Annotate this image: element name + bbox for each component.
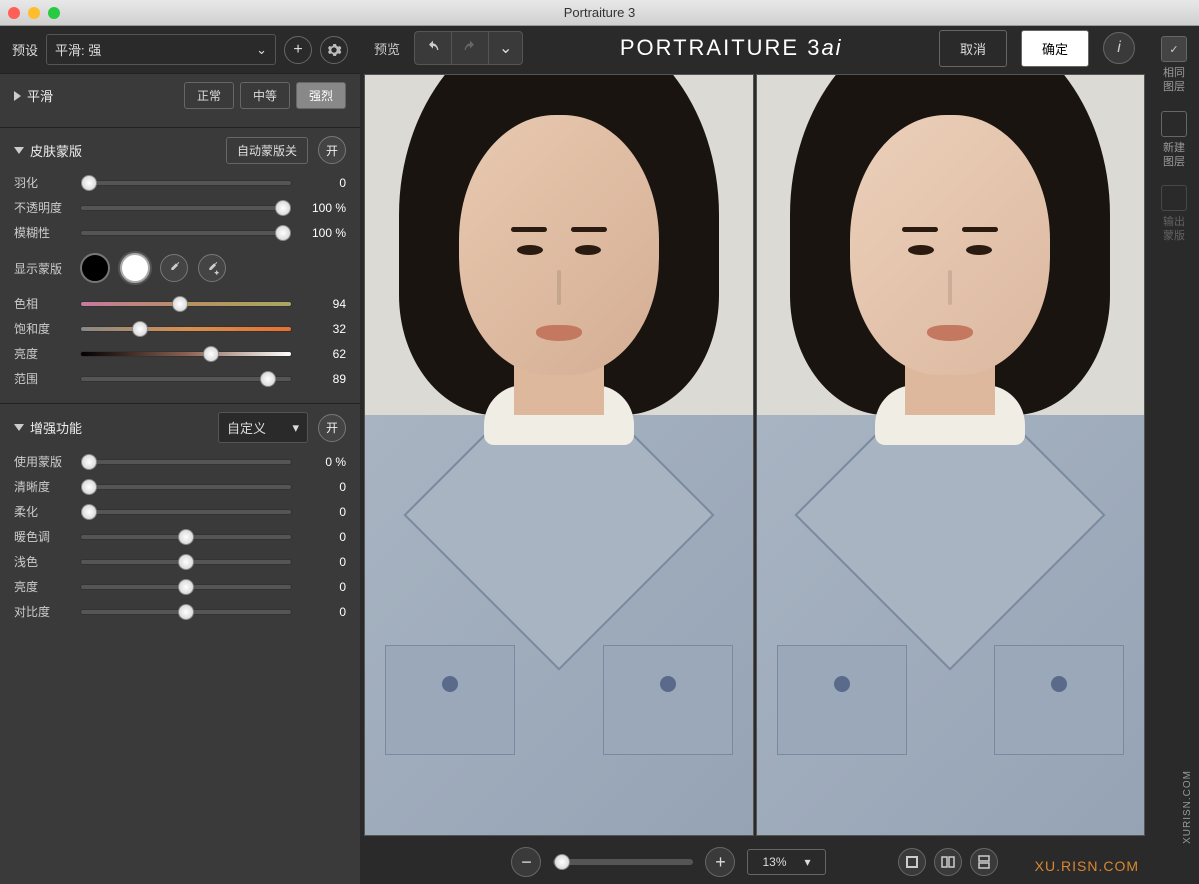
triangle-down-icon <box>14 424 24 431</box>
tint-slider[interactable]: 浅色0 <box>14 553 346 570</box>
mask-title[interactable]: 皮肤蒙版 <box>14 141 216 160</box>
main-area: 预览 ⌄ PORTRAITURE 3ai 取消 确定 i <box>360 26 1149 884</box>
zoom-slider[interactable] <box>553 859 693 865</box>
preset-label: 预设 <box>12 40 38 59</box>
brand-logo: PORTRAITURE 3ai <box>537 35 925 61</box>
window-title: Portraiture 3 <box>564 5 636 20</box>
undo-icon <box>425 40 441 56</box>
smooth-medium-button[interactable]: 中等 <box>240 82 290 109</box>
main-toolbar: 预览 ⌄ PORTRAITURE 3ai 取消 确定 i <box>360 26 1149 70</box>
bottom-bar: − + 13%▾ <box>360 840 1149 884</box>
titlebar: Portraiture 3 <box>0 0 1199 26</box>
preset-dropdown[interactable]: 平滑: 强 ⌄ <box>46 34 276 65</box>
softness-slider[interactable]: 柔化0 <box>14 503 346 520</box>
gear-icon <box>326 42 342 58</box>
checkbox-checked-icon: ✓ <box>1161 36 1187 62</box>
eyedropper-icon <box>166 260 182 276</box>
split-h-icon <box>976 854 992 870</box>
saturation-slider[interactable]: 饱和度 32 <box>14 320 346 337</box>
enhance-preset-dropdown[interactable]: 自定义▾ <box>218 412 308 443</box>
preset-row: 预设 平滑: 强 ⌄ + <box>0 26 360 73</box>
mask-section: 皮肤蒙版 自动蒙版关 开 羽化 0 不透明度 100 % 模糊性 100 % 显… <box>0 127 360 403</box>
cancel-button[interactable]: 取消 <box>939 30 1007 67</box>
square-icon <box>904 854 920 870</box>
opacity-slider[interactable]: 不透明度 100 % <box>14 199 346 216</box>
smooth-section: 平滑 正常 中等 强烈 <box>0 73 360 127</box>
watermark: XURISN.COM <box>1182 770 1193 844</box>
preview-before[interactable] <box>364 74 754 836</box>
view-split-horizontal-button[interactable] <box>970 848 998 876</box>
view-single-button[interactable] <box>898 848 926 876</box>
triangle-down-icon <box>14 147 24 154</box>
enhance-on-button[interactable]: 开 <box>318 414 346 442</box>
mask-on-button[interactable]: 开 <box>318 136 346 164</box>
history-group: ⌄ <box>414 31 523 65</box>
maximize-window-icon[interactable] <box>48 7 60 19</box>
triangle-right-icon <box>14 91 21 101</box>
minimize-window-icon[interactable] <box>28 7 40 19</box>
traffic-lights <box>8 7 60 19</box>
warmth-slider[interactable]: 暖色调0 <box>14 528 346 545</box>
redo-button[interactable] <box>452 32 489 64</box>
close-window-icon[interactable] <box>8 7 20 19</box>
right-rail: ✓ 相同 图层 新建 图层 输出 蒙版 <box>1149 26 1199 884</box>
auto-mask-button[interactable]: 自动蒙版关 <box>226 137 308 164</box>
blur-slider[interactable]: 模糊性 100 % <box>14 224 346 241</box>
settings-button[interactable] <box>320 36 348 64</box>
sidebar: 预设 平滑: 强 ⌄ + 平滑 正常 中等 强烈 <box>0 26 360 884</box>
ok-button[interactable]: 确定 <box>1021 30 1089 67</box>
smooth-strong-button[interactable]: 强烈 <box>296 82 346 109</box>
hue-slider[interactable]: 色相 94 <box>14 295 346 312</box>
history-dropdown[interactable]: ⌄ <box>489 32 522 64</box>
checkbox-icon <box>1161 111 1187 137</box>
info-icon: i <box>1117 39 1121 57</box>
preset-value: 平滑: 强 <box>55 40 101 59</box>
zoom-dropdown[interactable]: 13%▾ <box>747 849 825 875</box>
chevron-down-icon: ⌄ <box>256 42 267 58</box>
eyedropper-plus-icon <box>204 260 220 276</box>
redo-icon <box>462 40 478 56</box>
luminance-slider[interactable]: 亮度 62 <box>14 345 346 362</box>
contrast-slider[interactable]: 对比度0 <box>14 603 346 620</box>
eyedropper-button[interactable] <box>160 254 188 282</box>
show-mask-row: 显示蒙版 <box>14 253 346 283</box>
enhance-title[interactable]: 增强功能 <box>14 418 208 437</box>
undo-button[interactable] <box>415 32 452 64</box>
rail-same-layer[interactable]: ✓ 相同 图层 <box>1161 36 1187 95</box>
sharpness-slider[interactable]: 清晰度0 <box>14 478 346 495</box>
checkbox-icon <box>1161 185 1187 211</box>
zoom-in-button[interactable]: + <box>705 847 735 877</box>
chevron-down-icon: ⌄ <box>499 38 512 58</box>
smooth-title[interactable]: 平滑 <box>14 86 174 105</box>
info-button[interactable]: i <box>1103 32 1135 64</box>
preview-after[interactable] <box>756 74 1146 836</box>
rail-new-layer[interactable]: 新建 图层 <box>1161 111 1187 170</box>
chevron-down-icon: ▾ <box>292 420 299 436</box>
mask-black-swatch[interactable] <box>80 253 110 283</box>
add-preset-button[interactable]: + <box>284 36 312 64</box>
watermark-bottom: XU.RISN.COM <box>1035 858 1139 874</box>
view-split-vertical-button[interactable] <box>934 848 962 876</box>
mask-white-swatch[interactable] <box>120 253 150 283</box>
use-mask-slider[interactable]: 使用蒙版0 % <box>14 453 346 470</box>
brightness-slider[interactable]: 亮度0 <box>14 578 346 595</box>
eyedropper-add-button[interactable] <box>198 254 226 282</box>
rail-output-mask[interactable]: 输出 蒙版 <box>1161 185 1187 244</box>
preview-split <box>360 70 1149 840</box>
feather-slider[interactable]: 羽化 0 <box>14 174 346 191</box>
split-v-icon <box>940 854 956 870</box>
enhance-section: 增强功能 自定义▾ 开 使用蒙版0 % 清晰度0 柔化0 暖色调0 浅色0 亮度… <box>0 403 360 636</box>
preview-label: 预览 <box>374 39 400 58</box>
range-slider[interactable]: 范围 89 <box>14 370 346 387</box>
chevron-down-icon: ▾ <box>805 855 811 869</box>
zoom-out-button[interactable]: − <box>511 847 541 877</box>
smooth-normal-button[interactable]: 正常 <box>184 82 234 109</box>
